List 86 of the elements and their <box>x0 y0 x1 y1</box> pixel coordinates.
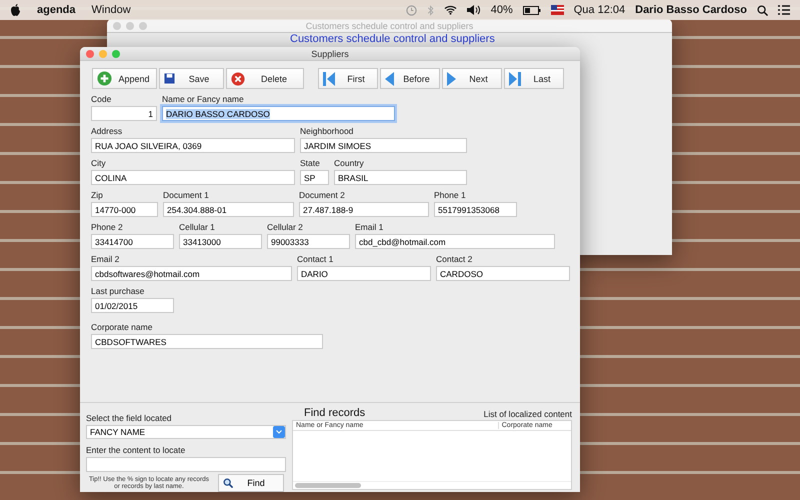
triangle-right-icon <box>447 72 456 86</box>
zoom-button[interactable] <box>112 50 120 58</box>
text-field[interactable]: DARIO <box>297 266 431 281</box>
next-button[interactable]: Next <box>442 68 502 89</box>
user-name[interactable]: Dario Basso Cardoso <box>635 4 747 16</box>
section-title: Find records <box>304 407 366 419</box>
field-label: Document 1 <box>163 190 210 200</box>
speaker-icon[interactable] <box>466 5 481 15</box>
battery-icon[interactable] <box>522 6 541 14</box>
before-button[interactable]: Before <box>380 68 440 89</box>
field-label: Neighborhood <box>300 126 354 136</box>
field-label: Phone 1 <box>434 190 467 200</box>
field-label: Cellular 1 <box>179 222 216 232</box>
text-field[interactable]: 5517991353068 <box>434 202 517 217</box>
field-label: Contact 1 <box>297 254 334 264</box>
window-title: Customers schedule control and suppliers <box>306 20 474 30</box>
text-field[interactable]: CARDOSO <box>436 266 570 281</box>
clock-text[interactable]: Qua 12:04 <box>574 4 626 16</box>
skip-back-icon <box>323 72 335 86</box>
plus-icon <box>97 71 112 86</box>
field-label: Corporate name <box>91 322 154 332</box>
battery-percentage: 40% <box>490 4 513 16</box>
search-icon <box>223 478 233 488</box>
close-button[interactable] <box>86 50 94 58</box>
text-field[interactable]: DARIO BASSO CARDOSO <box>162 106 395 121</box>
field-label: Zip <box>91 190 104 200</box>
field-label: Name or Fancy name <box>162 94 245 104</box>
app-menu[interactable]: agenda <box>37 4 76 16</box>
field-label: Email 1 <box>355 222 384 232</box>
text-field[interactable]: COLINA <box>91 170 295 185</box>
field-label: State <box>300 158 321 168</box>
text-field[interactable]: 1 <box>91 106 157 121</box>
text-field[interactable]: BRASIL <box>334 170 467 185</box>
bluetooth-icon[interactable] <box>426 4 434 16</box>
text-field[interactable]: 33413000 <box>179 234 262 249</box>
skip-forward-icon <box>509 72 521 86</box>
save-button[interactable]: Save <box>159 68 224 89</box>
field-label: Email 2 <box>91 254 120 264</box>
text-field[interactable]: SP <box>300 170 329 185</box>
field-label: Select the field located <box>86 413 173 423</box>
zoom-button[interactable] <box>139 22 147 30</box>
text-field[interactable]: 01/02/2015 <box>91 298 174 313</box>
field-label: Contact 2 <box>436 254 474 264</box>
window-title: Suppliers <box>311 48 349 58</box>
text-field[interactable]: 27.487.188-9 <box>299 202 429 217</box>
field-label: Document 2 <box>299 190 346 200</box>
field-label: Last purchase <box>91 286 146 296</box>
field-label: Country <box>334 158 365 168</box>
search-input-field[interactable] <box>86 457 286 472</box>
find-button[interactable]: Find <box>218 474 284 492</box>
delete-button[interactable]: Delete <box>226 68 304 89</box>
apple-logo-icon[interactable] <box>10 4 21 16</box>
wifi-icon[interactable] <box>444 5 457 15</box>
text-field[interactable]: 99003333 <box>267 234 350 249</box>
field-label: Enter the content to locate <box>86 445 186 455</box>
text-field[interactable]: 14770-000 <box>91 202 158 217</box>
text-field[interactable]: RUA JOAO SILVEIRA, 0369 <box>91 138 295 153</box>
scrollbar-thumb[interactable] <box>295 483 361 488</box>
list-caption: List of localized content <box>484 409 572 419</box>
last-button[interactable]: Last <box>504 68 564 89</box>
field-label: Address <box>91 126 124 136</box>
field-label: Phone 2 <box>91 222 124 232</box>
window-heading: Customers schedule control and suppliers <box>289 33 496 45</box>
x-circle-icon <box>231 72 245 86</box>
search-icon[interactable] <box>757 4 768 16</box>
field-select[interactable]: FANCY NAME <box>86 425 286 439</box>
menu-item[interactable]: Window <box>92 4 131 16</box>
text-field[interactable]: JARDIM SIMOES <box>300 138 467 153</box>
minimize-button[interactable] <box>99 50 107 58</box>
field-label: Code <box>91 94 112 104</box>
close-button[interactable] <box>113 22 121 30</box>
field-label: Cellular 2 <box>267 222 304 232</box>
text-field[interactable]: cbd_cbd@hotmail.com <box>355 234 555 249</box>
flag-icon[interactable] <box>550 5 564 15</box>
text-field[interactable]: 33414700 <box>91 234 174 249</box>
clock-icon[interactable] <box>406 4 417 16</box>
minimize-button[interactable] <box>126 22 134 30</box>
text-field[interactable]: cbdsoftwares@hotmail.com <box>91 266 292 281</box>
list-icon[interactable] <box>778 5 790 15</box>
first-button[interactable]: First <box>318 68 378 89</box>
text-field[interactable]: CBDSOFTWARES <box>91 334 323 349</box>
append-button[interactable]: Append <box>92 68 157 89</box>
chevron-down-icon <box>276 430 282 434</box>
text-field[interactable]: 254.304.888-01 <box>163 202 294 217</box>
field-label: City <box>91 158 107 168</box>
triangle-left-icon <box>385 72 394 86</box>
